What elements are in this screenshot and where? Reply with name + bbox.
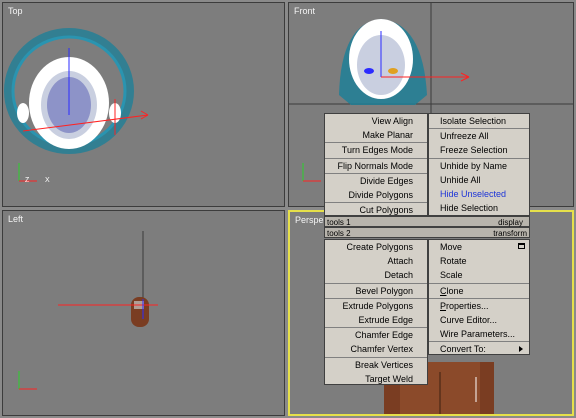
menu-item-chamfer-vertex[interactable]: Chamfer Vertex: [325, 342, 427, 356]
menu-item-freeze-selection[interactable]: Freeze Selection: [429, 143, 529, 157]
menu-item-clone[interactable]: Clone: [429, 282, 529, 298]
axis-label-z: Z: [25, 177, 30, 184]
menu-item-hide-unselected[interactable]: Hide Unselected: [429, 187, 529, 201]
menu-item-properties[interactable]: Properties...: [429, 297, 529, 313]
quad-header-tools2: tools 2 transform: [324, 227, 530, 238]
viewport-top[interactable]: Top Z X: [2, 2, 285, 207]
quad-menu-transform-right: Move Rotate Scale Clone Properties... Cu…: [428, 239, 530, 355]
menu-item-convert-to-label: Convert To:: [440, 344, 486, 355]
menu-item-detach[interactable]: Detach: [325, 268, 427, 282]
menu-item-attach[interactable]: Attach: [325, 254, 427, 268]
menu-item-scale[interactable]: Scale: [429, 268, 529, 282]
quad-menu-tools2-left: Create Polygons Attach Detach Bevel Poly…: [324, 239, 428, 385]
menu-item-flip-normals-mode[interactable]: Flip Normals Mode: [325, 157, 427, 173]
menu-item-create-polygons[interactable]: Create Polygons: [325, 240, 427, 254]
menu-item-move[interactable]: Move: [429, 240, 529, 254]
menu-item-divide-edges[interactable]: Divide Edges: [325, 172, 427, 188]
menu-item-bevel-polygon[interactable]: Bevel Polygon: [325, 282, 427, 298]
menu-item-isolate-selection[interactable]: Isolate Selection: [429, 114, 529, 128]
menu-item-unhide-all[interactable]: Unhide All: [429, 173, 529, 187]
header-tools2-label: tools 2: [327, 229, 351, 238]
header-transform-label: transform: [493, 229, 527, 238]
menu-item-hide-selection[interactable]: Hide Selection: [429, 201, 529, 215]
menu-item-extrude-polygons[interactable]: Extrude Polygons: [325, 297, 427, 313]
window-icon: [518, 243, 525, 249]
head-mesh-left: [18, 231, 158, 390]
menu-item-move-label: Move: [440, 242, 463, 252]
menu-item-break-vertices[interactable]: Break Vertices: [325, 356, 427, 372]
menu-item-wire-parameters[interactable]: Wire Parameters...: [429, 327, 529, 341]
menu-item-chamfer-edge[interactable]: Chamfer Edge: [325, 327, 427, 342]
menu-item-divide-polygons[interactable]: Divide Polygons: [325, 188, 427, 202]
submenu-arrow-icon: [519, 346, 523, 353]
menu-item-rotate[interactable]: Rotate: [429, 254, 529, 268]
menu-item-make-planar[interactable]: Make Planar: [325, 128, 427, 142]
viewport-left[interactable]: Left: [2, 210, 285, 416]
menu-item-extrude-edge[interactable]: Extrude Edge: [325, 313, 427, 327]
menu-item-view-align[interactable]: View Align: [325, 114, 427, 128]
menu-item-unfreeze-all[interactable]: Unfreeze All: [429, 128, 529, 143]
menu-item-turn-edges-mode[interactable]: Turn Edges Mode: [325, 142, 427, 157]
menu-item-convert-to[interactable]: Convert To:: [429, 341, 529, 356]
axis-label-x: X: [45, 177, 50, 184]
quad-menu-tools1-left: View Align Make Planar Turn Edges Mode F…: [324, 113, 428, 216]
menu-item-curve-editor[interactable]: Curve Editor...: [429, 313, 529, 327]
menu-item-unhide-by-name[interactable]: Unhide by Name: [429, 157, 529, 173]
quad-menu-display-right: Isolate Selection Unfreeze All Freeze Se…: [428, 113, 530, 216]
menu-item-target-weld[interactable]: Target Weld: [325, 372, 427, 386]
quad-header-tools1: tools 1 display: [324, 216, 530, 227]
